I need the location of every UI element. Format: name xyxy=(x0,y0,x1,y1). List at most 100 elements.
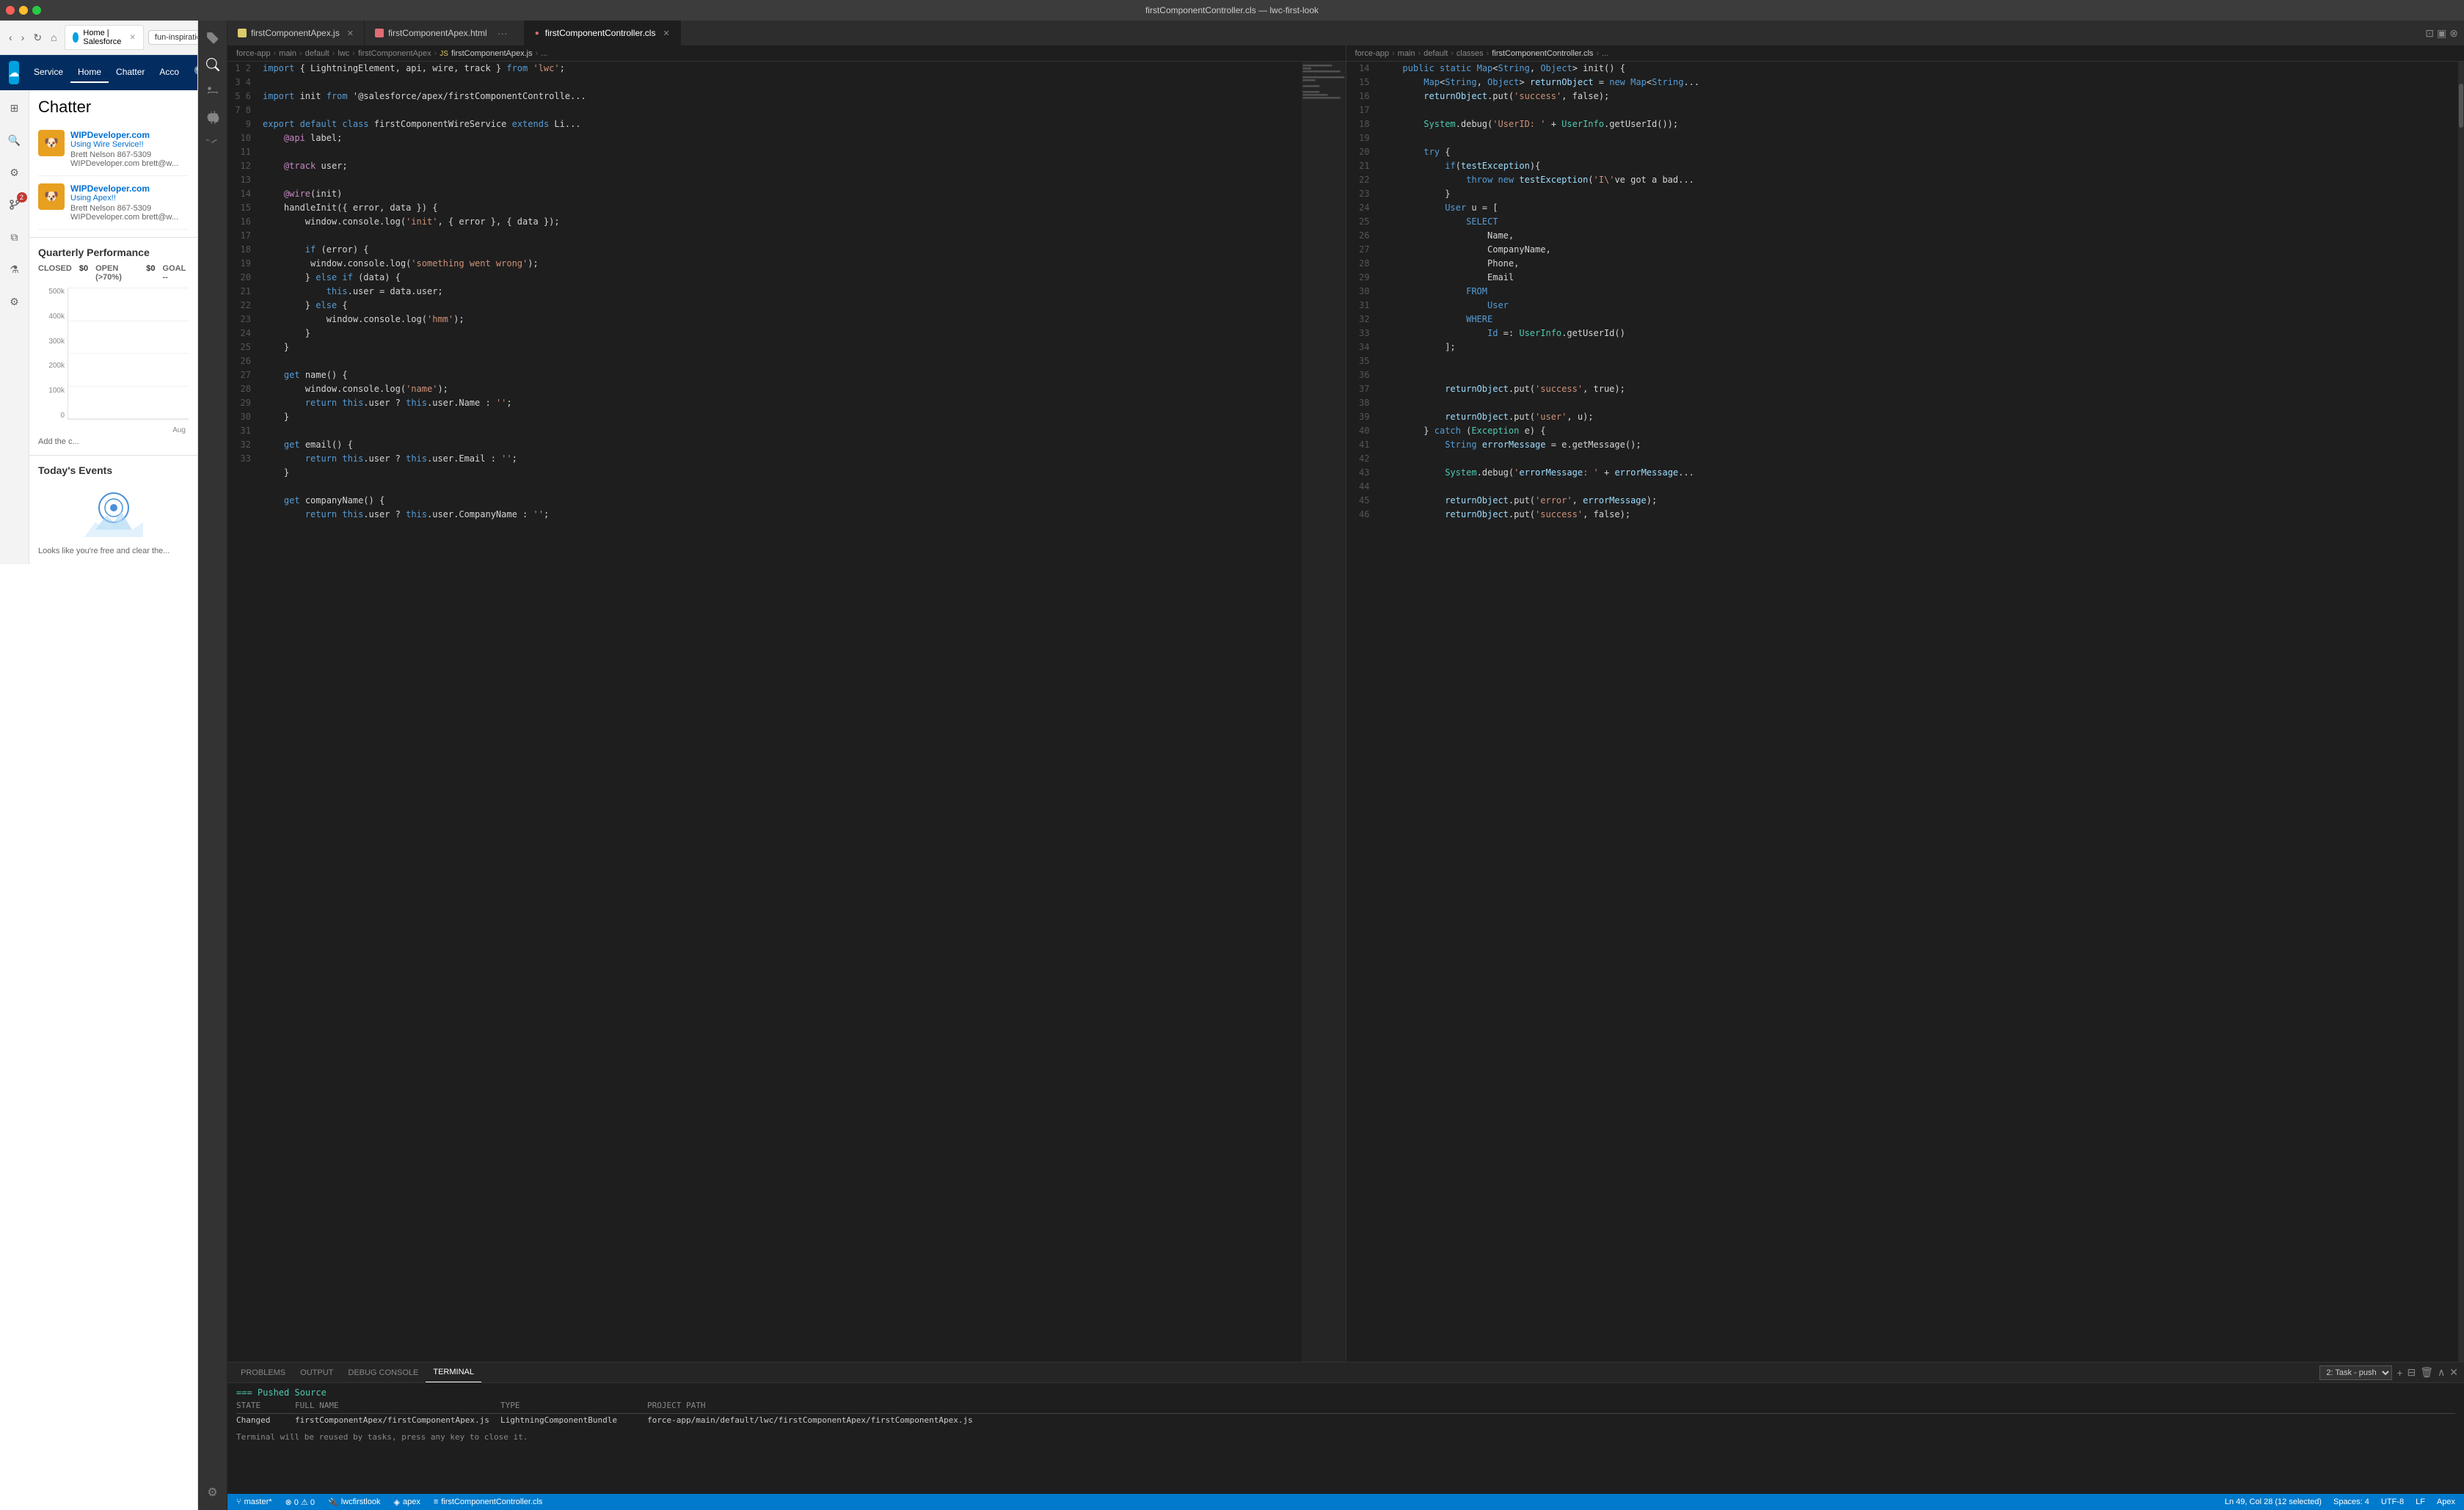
tab-cls[interactable]: ● firstComponentController.cls ✕ xyxy=(525,21,681,45)
spaces-status[interactable]: Spaces: 4 xyxy=(2330,1498,2372,1506)
sf-nav-chatter[interactable]: Chatter xyxy=(109,62,152,83)
y-500k: 500k xyxy=(48,288,65,296)
terminal-table-header: STATE FULL NAME TYPE PROJECT PATH xyxy=(236,1398,2455,1414)
cursor-position-status[interactable]: Ln 49, Col 28 (12 selected) xyxy=(2222,1498,2325,1506)
task-select[interactable]: 2: Task - push xyxy=(2319,1365,2392,1380)
sf-nav-service[interactable]: Service xyxy=(26,62,70,83)
tab-js[interactable]: firstComponentApex.js ✕ xyxy=(227,21,365,45)
right-editor-pane: force-app › main › default › classes › f… xyxy=(1346,46,2464,1362)
tab-html[interactable]: firstComponentApex.html ··· xyxy=(365,21,525,45)
setup-icon[interactable]: ⚙ xyxy=(4,162,25,183)
chatter-item-2-title[interactable]: WIPDeveloper.com xyxy=(70,183,189,194)
search-sidebar-icon[interactable]: 🔍 xyxy=(4,130,25,150)
tab-cls-label: firstComponentController.cls xyxy=(545,28,656,38)
git-branches-icon[interactable]: 2 xyxy=(4,194,25,215)
terminal-content[interactable]: === Pushed Source STATE FULL NAME TYPE P… xyxy=(227,1383,2464,1494)
sf-logo: ☁ xyxy=(9,61,19,84)
layout-icon[interactable]: ▣ xyxy=(2437,27,2446,40)
sf-nav-acco[interactable]: Acco xyxy=(152,62,186,83)
chatter-item-1: 🐶 WIPDeveloper.com Using Wire Service!! … xyxy=(38,123,189,176)
tab-js-label: firstComponentApex.js xyxy=(251,28,340,38)
minimize-button[interactable] xyxy=(19,6,28,15)
settings-activity-icon[interactable]: ⚙ xyxy=(201,1481,225,1504)
split-editor-icon[interactable]: ⊡ xyxy=(2425,27,2434,40)
url-bar[interactable] xyxy=(148,30,198,45)
right-code-area[interactable]: 14 15 16 17 18 19 20 21 22 23 24 25 26 2… xyxy=(1346,62,2464,1362)
tab-problems[interactable]: PROBLEMS xyxy=(233,1363,293,1382)
tab-js-close[interactable]: ✕ xyxy=(347,29,354,38)
back-button[interactable]: ‹ xyxy=(6,30,15,45)
right-scrollbar[interactable] xyxy=(2458,62,2464,1362)
apps-icon[interactable]: ⊞ xyxy=(4,98,25,118)
tab-output[interactable]: OUTPUT xyxy=(293,1363,340,1382)
events-illustration xyxy=(38,482,189,541)
tab-more-btn[interactable]: ··· xyxy=(492,27,514,39)
col-fullname: FULL NAME xyxy=(295,1401,500,1410)
refresh-button[interactable]: ↻ xyxy=(30,30,45,45)
col-state: STATE xyxy=(236,1401,295,1410)
chatter-item-1-sub: Using Wire Service!! xyxy=(70,140,189,149)
git-branch-status[interactable]: ⑂ master* xyxy=(233,1498,275,1506)
chatter-item-2-meta: Brett Nelson 867-5309 WIPDeveloper.com b… xyxy=(70,204,189,222)
maximize-button[interactable] xyxy=(32,6,41,15)
quarterly-title: Quarterly Performance xyxy=(38,247,189,258)
y-200k: 200k xyxy=(48,362,65,370)
browser-tab[interactable]: Home | Salesforce ✕ xyxy=(65,25,144,50)
right-breadcrumb: force-app › main › default › classes › f… xyxy=(1346,46,2464,62)
sf-main-content: Chatter 🐶 WIPDeveloper.com Using Wire Se… xyxy=(29,90,197,564)
collapse-terminal-icon[interactable]: ∧ xyxy=(2438,1366,2445,1379)
editor-tabs: firstComponentApex.js ✕ firstComponentAp… xyxy=(227,21,2464,46)
chatter-item-1-title[interactable]: WIPDeveloper.com xyxy=(70,130,189,140)
left-minimap: ████████████████████████████ ████████ ██… xyxy=(1302,62,1346,1362)
language-status[interactable]: Apex xyxy=(2434,1498,2458,1506)
explorer-icon[interactable] xyxy=(201,26,225,50)
error-warning-status[interactable]: ⊗ 0 ⚠ 0 xyxy=(283,1498,318,1507)
debug-icon[interactable] xyxy=(201,106,225,129)
kill-terminal-icon[interactable]: 🗑 xyxy=(2420,1366,2433,1379)
search-activity-icon[interactable] xyxy=(201,53,225,76)
row-state: Changed xyxy=(236,1415,295,1425)
chatter-item-1-content: WIPDeveloper.com Using Wire Service!! Br… xyxy=(70,130,189,168)
encoding-status[interactable]: UTF-8 xyxy=(2378,1498,2407,1506)
tab-debug-console[interactable]: DEBUG CONSOLE xyxy=(340,1363,426,1382)
js-lang-badge: JS xyxy=(440,50,448,58)
lab-icon[interactable]: ⚗ xyxy=(4,259,25,280)
sf-nav-home[interactable]: Home xyxy=(70,62,109,83)
events-title: Today's Events xyxy=(38,464,189,476)
lwcfirstlook-status[interactable]: 🔌 lwcfirstlook xyxy=(325,1498,384,1507)
split-terminal-icon[interactable]: ⊟ xyxy=(2407,1366,2416,1379)
apex-status[interactable]: ◈ apex xyxy=(391,1498,423,1507)
tab-title: Home | Salesforce xyxy=(83,29,125,46)
col-type: TYPE xyxy=(500,1401,647,1410)
chart-xlabel: Aug xyxy=(68,426,189,434)
left-code-content[interactable]: import { LightningElement, api, wire, tr… xyxy=(257,62,1302,1362)
filename-status[interactable]: ≡ firstComponentController.cls xyxy=(431,1498,546,1506)
row-type: LightningComponentBundle xyxy=(500,1415,647,1425)
add-chart-text[interactable]: Add the c... xyxy=(38,437,189,446)
right-code-content[interactable]: public static Map<String, Object> init()… xyxy=(1376,62,2459,1362)
source-control-icon[interactable] xyxy=(201,79,225,103)
add-terminal-icon[interactable]: + xyxy=(2396,1367,2402,1379)
tab-close-icon[interactable]: ✕ xyxy=(130,34,136,42)
close-button[interactable] xyxy=(6,6,15,15)
tab-cls-close[interactable]: ✕ xyxy=(663,29,669,38)
col-path: PROJECT PATH xyxy=(647,1401,2455,1410)
tab-terminal[interactable]: TERMINAL xyxy=(426,1363,481,1382)
extensions-icon[interactable] xyxy=(201,132,225,156)
chatter-item-2-sub: Using Apex!! xyxy=(70,194,189,203)
home-button[interactable]: ⌂ xyxy=(48,30,59,45)
settings-icon[interactable]: ⚙ xyxy=(4,291,25,312)
left-code-area[interactable]: 1 2 3 4 5 6 7 8 9 10 11 12 13 14 15 16 1… xyxy=(227,62,1346,1362)
browser-bar: ‹ › ↻ ⌂ Home | Salesforce ✕ xyxy=(0,21,197,55)
components-icon[interactable]: ⧉ xyxy=(4,227,25,247)
line-ending-status[interactable]: LF xyxy=(2413,1498,2428,1506)
forward-button[interactable]: › xyxy=(18,30,28,45)
y-0: 0 xyxy=(60,412,65,420)
traffic-lights xyxy=(6,6,41,15)
close-terminal-icon[interactable]: ✕ xyxy=(2449,1366,2458,1379)
line-numbers-right: 14 15 16 17 18 19 20 21 22 23 24 25 26 2… xyxy=(1346,62,1376,1362)
terminal-table-row: Changed firstComponentApex/firstComponen… xyxy=(236,1414,2455,1426)
branch-name: master* xyxy=(244,1498,272,1506)
close-all-icon[interactable]: ⊗ xyxy=(2449,27,2458,40)
row-fullname: firstComponentApex/firstComponentApex.js xyxy=(295,1415,500,1425)
